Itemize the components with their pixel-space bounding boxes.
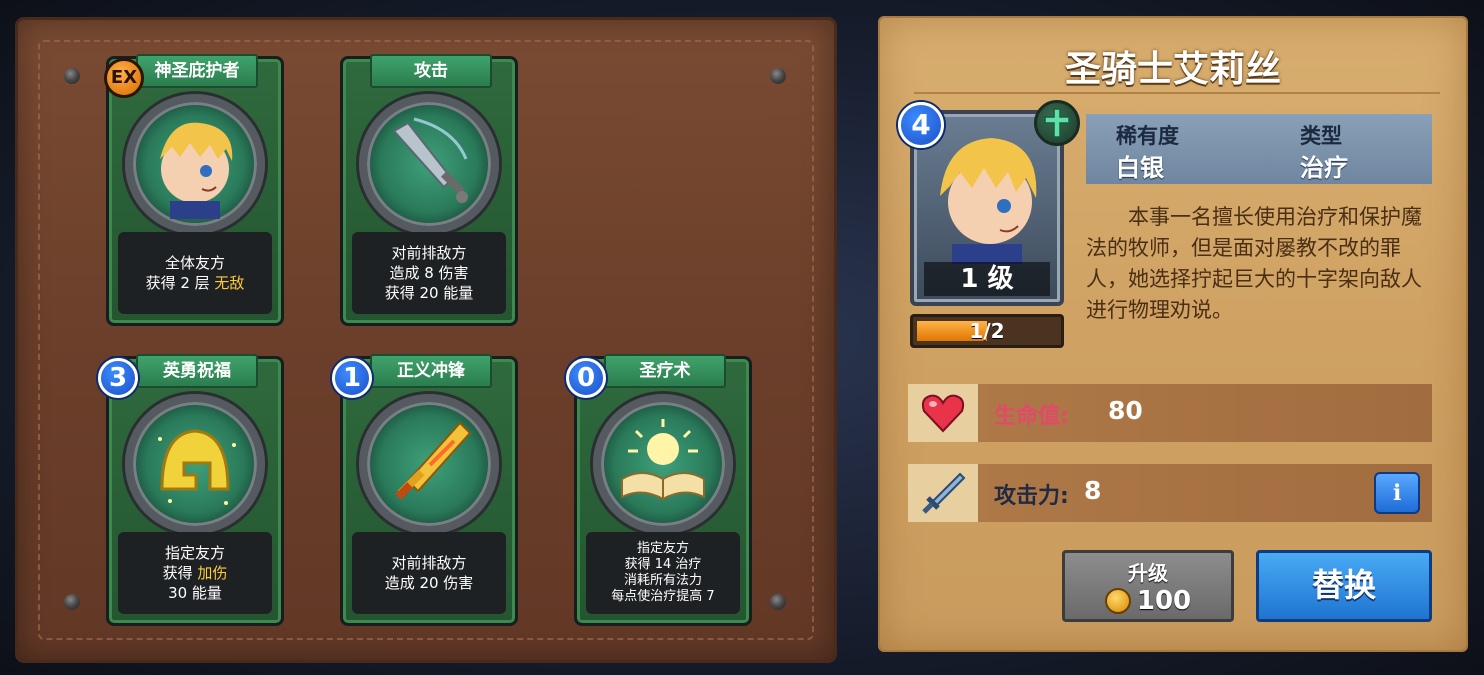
card-desc-line: 获得 20 能量 [384,284,474,302]
info-button[interactable]: ℹ [1374,472,1420,514]
hero-face-icon [940,138,1037,264]
card-desc-line: 消耗所有法力 [623,573,702,588]
card-desc-line: 造成 8 伤害 [389,264,469,282]
rarity-value: 白银 [1116,154,1164,182]
sword-icon [359,94,499,234]
rivet-icon [64,594,80,610]
card-desc-line: 获得 2 层 无敌 [118,273,272,293]
xp-text: 1/2 [969,319,1005,343]
card-desc-text: 获得 [162,564,198,582]
card-desc-line: 获得 加伤 [118,563,272,583]
xp-bar: 1/2 [910,314,1064,348]
type-value: 治疗 [1300,154,1348,182]
skill-card-valor-blessing[interactable]: 英勇祝福 3 指定友方 获得 加伤 30 能量 [98,354,284,626]
upgrade-label: 升级 [1128,561,1168,585]
attack-sword-icon [908,464,978,522]
card-title: 英勇祝福 [136,354,258,388]
golden-sword-icon [359,394,499,534]
card-description: 对前排敌方 造成 20 伤害 [352,532,506,614]
card-description: 全体友方 获得 2 层 无敌 [118,232,272,314]
upgrade-cost: 100 [1065,586,1231,616]
hero-detail-panel: 圣骑士艾莉丝 1 级 4 1/2 稀有度 白银 类型 治疗 本事一名擅长使用治疗… [880,18,1466,650]
coin-icon [1104,588,1131,614]
card-desc-line: 全体友方 [164,254,225,272]
hp-value: 80 [1108,396,1143,425]
card-desc-line: 获得 14 治疗 [624,557,702,572]
card-desc-line: 每点使治疗提高 7 [611,589,715,604]
card-title: 正义冲锋 [370,354,492,388]
replace-button[interactable]: 替换 [1256,550,1432,622]
card-desc-line: 30 能量 [168,584,222,602]
skill-card-holy-heal[interactable]: 圣疗术 0 指定友方 获得 14 治疗 消耗所有法力 每点使治疗提高 7 [566,354,752,626]
star-badge: 4 [898,102,944,148]
skill-board: 神圣庇护者 EX 全体友方 获得 2 层 无敌 攻击 对前排敌方 造成 8 伤害… [18,20,834,660]
keyword-invincible: 无敌 [214,274,245,292]
cost-badge: 1 [332,358,372,398]
card-desc-line: 指定友方 [636,541,689,556]
card-desc-text: 获得 2 层 [145,274,215,292]
ex-badge: EX [104,58,144,98]
card-description: 对前排敌方 造成 8 伤害 获得 20 能量 [352,232,506,314]
rivet-icon [770,594,786,610]
hero-info-strip: 稀有度 白银 类型 治疗 [1086,114,1432,184]
attack-row: 攻击力: 8 ℹ [908,464,1432,522]
rivet-icon [770,68,786,84]
upgrade-cost-value: 100 [1136,586,1192,616]
rivet-icon [64,68,80,84]
skill-card-divine-protector[interactable]: 神圣庇护者 EX 全体友方 获得 2 层 无敌 [104,54,284,326]
holy-cross-icon [1034,100,1080,146]
upgrade-button[interactable]: 升级 100 [1062,550,1234,622]
cost-badge: 3 [98,358,138,398]
cost-badge: 0 [566,358,606,398]
hero-portrait-icon [125,94,265,234]
skill-card-justice-charge[interactable]: 正义冲锋 1 对前排敌方 造成 20 伤害 [332,354,518,626]
rarity-label: 稀有度 [1116,124,1179,148]
card-desc-line: 指定友方 [164,544,225,562]
hero-level: 1 级 [924,262,1050,296]
helmet-icon [125,394,265,534]
card-desc-line: 造成 20 伤害 [384,574,474,592]
card-desc-line: 对前排敌方 [391,554,467,572]
info-icon: ℹ [1392,480,1402,506]
card-title: 攻击 [370,54,492,88]
holy-book-icon [593,394,733,534]
card-description: 指定友方 获得 14 治疗 消耗所有法力 每点使治疗提高 7 [586,532,740,614]
card-description: 指定友方 获得 加伤 30 能量 [118,532,272,614]
skill-card-attack[interactable]: 攻击 对前排敌方 造成 8 伤害 获得 20 能量 [340,54,518,326]
attack-value: 8 [1084,476,1102,505]
title-divider [914,92,1440,94]
card-title: 神圣庇护者 [136,54,258,88]
hp-row: 生命值: 80 [908,384,1432,442]
hp-label: 生命值: [994,404,1069,429]
heart-icon [908,384,978,442]
hero-lore: 本事一名擅长使用治疗和保护魔法的牧师，但是面对屡教不改的罪人，她选择拧起巨大的十… [1086,205,1422,322]
card-title: 圣疗术 [604,354,726,388]
card-desc-line: 对前排敌方 [391,244,467,262]
hero-name: 圣骑士艾莉丝 [1064,49,1281,90]
type-label: 类型 [1300,124,1342,148]
attack-label: 攻击力: [994,484,1069,509]
keyword-damage-boost: 加伤 [197,564,228,582]
